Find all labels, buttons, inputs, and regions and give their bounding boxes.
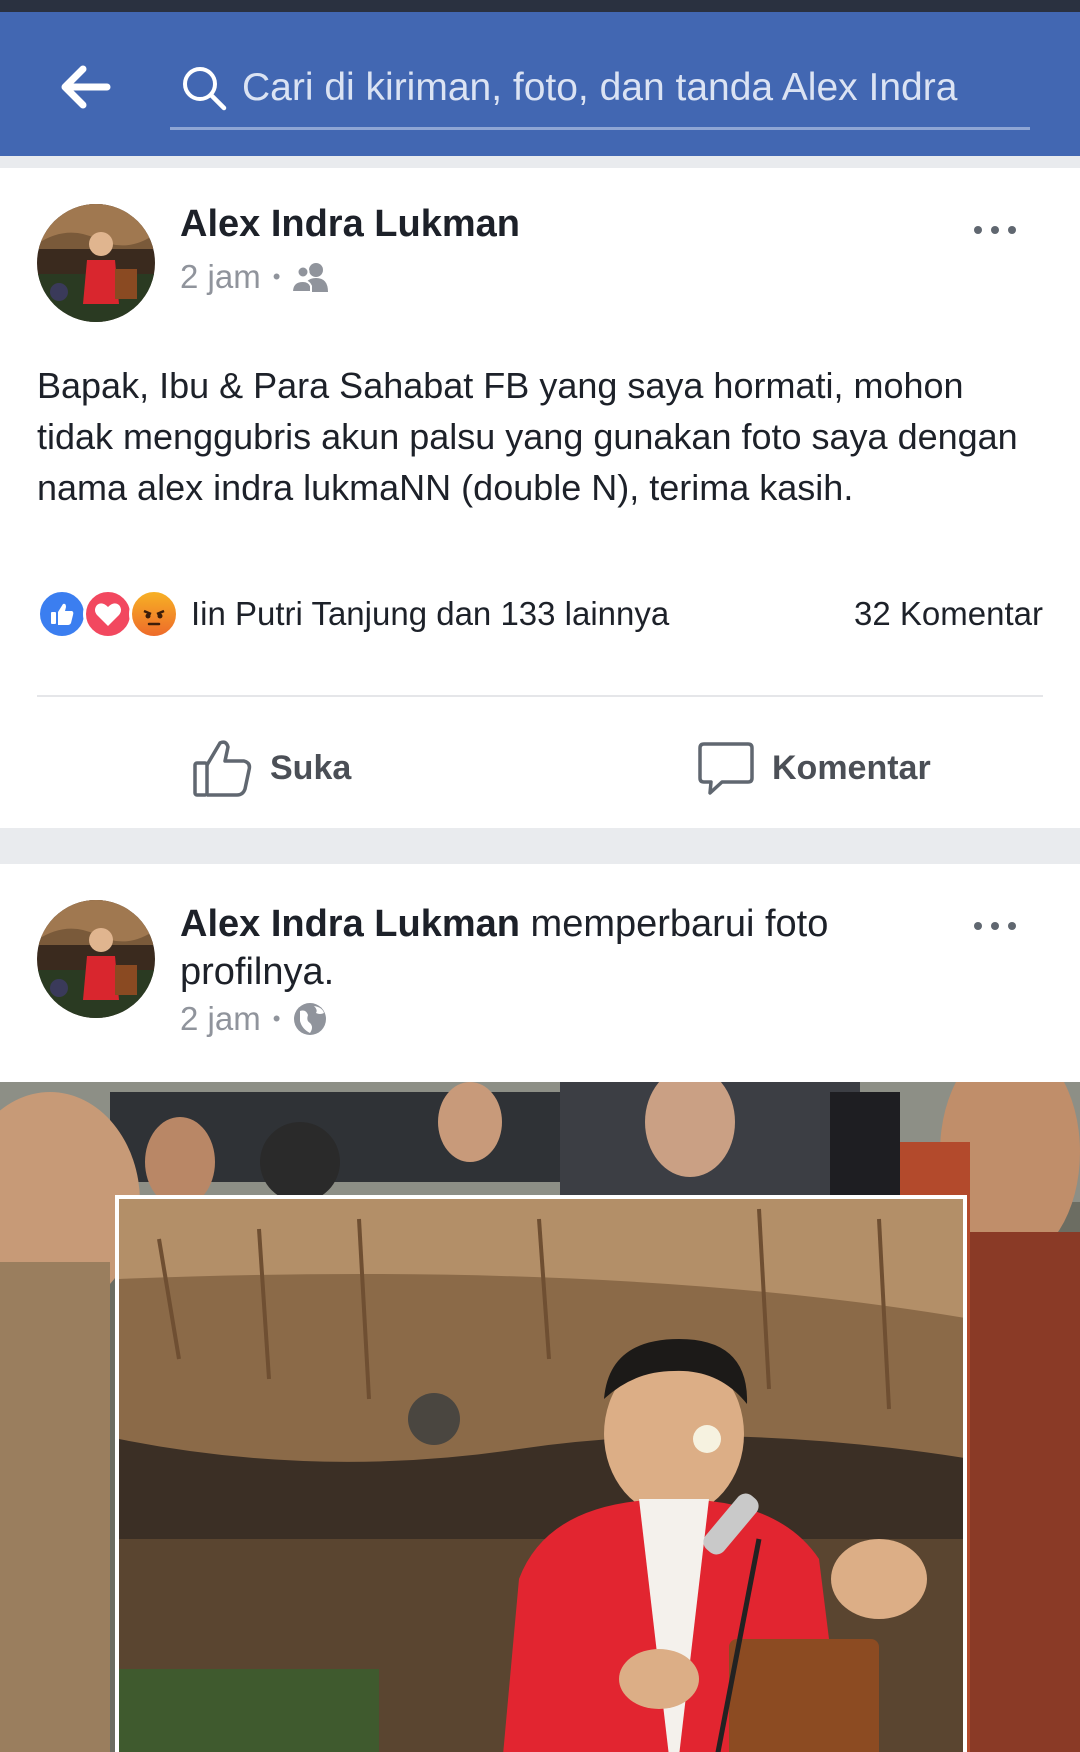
post-card-1: Alex Indra Lukman 2 jam • Bapak, Ibu & P… [0, 168, 1080, 828]
more-options-button[interactable] [955, 906, 1035, 946]
globe-icon [294, 1003, 327, 1035]
dot [974, 226, 982, 234]
profile-photo[interactable] [115, 1195, 967, 1752]
angry-icon [129, 589, 179, 639]
reactions-bar[interactable]: Iin Putri Tanjung dan 133 lainnya 32 Kom… [37, 586, 1043, 642]
like-label: Suka [270, 748, 352, 787]
love-icon [83, 589, 133, 639]
post-photo[interactable] [0, 1082, 1080, 1752]
post-text: Bapak, Ibu & Para Sahabat FB yang saya h… [37, 365, 1018, 508]
dot [991, 922, 999, 930]
thumbs-up-icon [193, 740, 252, 797]
separator-dot: • [272, 264, 281, 289]
search-icon [174, 58, 234, 118]
divider [37, 695, 1043, 697]
dot [991, 226, 999, 234]
arrow-left-icon [61, 65, 111, 109]
timestamp[interactable]: 2 jam [180, 258, 261, 296]
post-card-2: Alex Indra Lukman memperbarui foto profi… [0, 864, 1080, 1752]
reaction-summary[interactable]: Iin Putri Tanjung dan 133 lainnya [191, 595, 669, 633]
post-header-text: Alex Indra Lukman memperbarui foto profi… [180, 900, 940, 996]
author-name[interactable]: Alex Indra Lukman [180, 903, 520, 945]
comment-label: Komentar [772, 748, 931, 787]
search-bar[interactable] [170, 48, 1030, 130]
post-meta: 2 jam • [180, 1000, 328, 1038]
comment-icon [698, 742, 754, 795]
like-button[interactable]: Suka [192, 728, 351, 808]
comment-count[interactable]: 32 Komentar [854, 595, 1043, 633]
profile-photo-image [119, 1199, 963, 1752]
avatar[interactable] [37, 204, 155, 322]
post-meta: 2 jam • [180, 258, 330, 296]
timestamp[interactable]: 2 jam [180, 1000, 261, 1038]
like-icon [37, 589, 87, 639]
dot [974, 922, 982, 930]
author-name[interactable]: Alex Indra Lukman [180, 203, 520, 246]
back-button[interactable] [50, 52, 120, 122]
status-bar [0, 0, 1080, 12]
more-options-button[interactable] [955, 210, 1035, 250]
friends-icon [292, 263, 329, 292]
dot [1008, 226, 1016, 234]
comment-button[interactable]: Komentar [696, 728, 931, 808]
search-input[interactable] [242, 57, 1030, 118]
dot [1008, 922, 1016, 930]
separator-dot: • [272, 1006, 281, 1031]
top-bar [0, 12, 1080, 156]
avatar[interactable] [37, 900, 155, 1018]
